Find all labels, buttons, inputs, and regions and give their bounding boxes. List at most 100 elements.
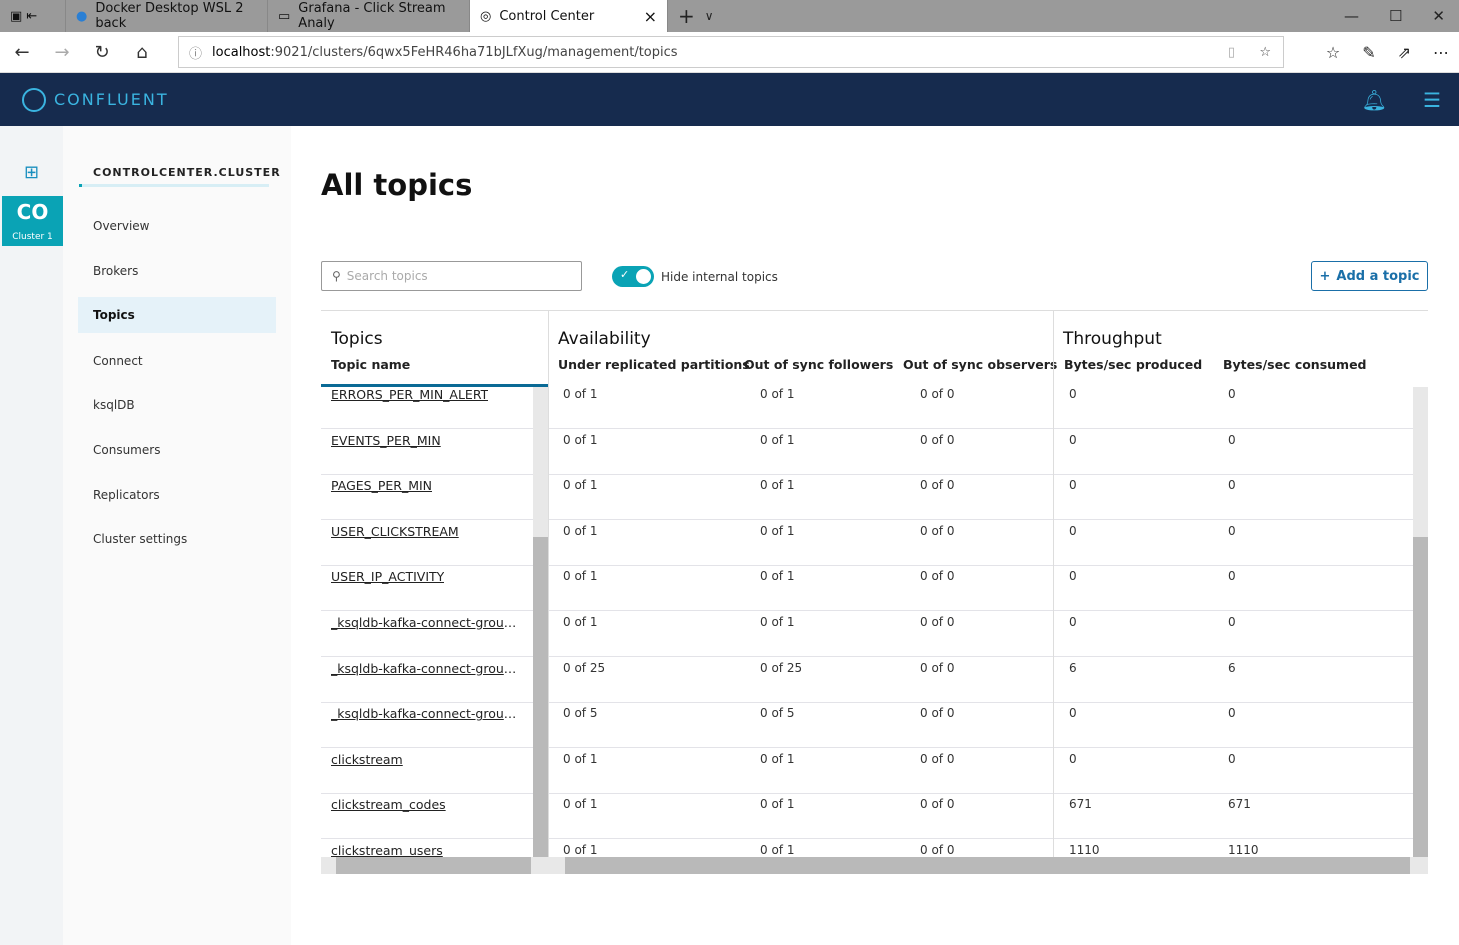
table-cell: 0 of 1 [760,569,795,584]
sidebar-item-connect[interactable]: Connect [78,343,276,379]
bell-icon[interactable]: 🔔︎ [1362,88,1387,112]
table-cell: 0 of 1 [563,523,598,538]
favorite-star-icon[interactable]: ☆ [1259,45,1271,60]
table-cell: 0 of 0 [920,387,955,401]
table-row[interactable]: clickstream 0 of 1 0 of 1 0 of 0 0 0 [321,748,1413,794]
table-cell: 0 [1069,706,1077,721]
close-window-icon[interactable]: ✕ [1432,7,1445,25]
table-row[interactable]: USER_CLICKSTREAM 0 of 1 0 of 1 0 of 0 0 0 [321,520,1413,566]
browser-tab[interactable]: ▭ Grafana - Click Stream Analy [268,0,470,32]
tab-actions[interactable]: ▣ ⇤ [0,0,66,32]
maximize-icon[interactable]: ☐ [1389,7,1402,25]
main-vertical-scrollbar[interactable] [1413,387,1428,857]
table-cell: 0 [1228,751,1236,766]
table-cell: 0 of 1 [760,478,795,493]
table-row[interactable]: EVENTS_PER_MIN 0 of 1 0 of 1 0 of 0 0 0 [321,429,1413,475]
url-host: localhost [212,44,271,60]
table-cell: 0 of 25 [563,660,606,675]
tab-list-chevron-icon[interactable]: ∨ [705,9,714,23]
table-cell: 1110 [1069,843,1100,857]
column-header[interactable]: Topic name [331,357,410,372]
hamburger-menu-icon[interactable]: ☰ [1423,88,1441,112]
hide-internal-toggle[interactable]: ✓ [612,266,654,287]
divider [1053,311,1054,857]
table-row[interactable]: ERRORS_PER_MIN_ALERT 0 of 1 0 of 1 0 of 0 0 0 [321,387,1413,429]
table-row[interactable]: _ksqldb-kafka-connect-group... 0 of 25 0 o… [321,657,1413,703]
url-input[interactable]: ⓘ localhost:9021/clusters/6qwx5FeHR46ha71… [178,36,1284,68]
browser-tab-active[interactable]: ◎ Control Center × [470,0,668,32]
table-cell: 0 [1069,387,1077,401]
url-path: :9021/clusters/6qwx5FeHR46ha71bJLfXug/ma… [270,44,678,60]
topics-vertical-scrollbar[interactable] [533,387,548,857]
column-header[interactable]: Bytes/sec produced [1064,357,1202,372]
page-title: All topics [321,168,473,202]
table-cell: 0 of 1 [563,843,598,857]
topics-horizontal-scrollbar[interactable] [321,857,548,874]
grid-icon[interactable]: ⊞ [24,162,39,183]
sidebar-item-cluster-settings[interactable]: Cluster settings [78,521,276,557]
table-row[interactable]: clickstream_users 0 of 1 0 of 1 0 of 0 1110 1… [321,839,1413,857]
back-icon[interactable]: ← [2,42,42,63]
new-tab-button[interactable]: + [668,4,705,28]
close-tab-icon[interactable]: × [644,7,657,26]
table-cell: 0 of 0 [920,569,955,584]
group-header-availability: Availability [558,329,651,349]
toggle-label: Hide internal topics [661,270,778,284]
forward-icon[interactable]: → [42,42,82,63]
sidebar-item-replicators[interactable]: Replicators [78,477,276,513]
topic-link[interactable]: ERRORS_PER_MIN_ALERT [331,387,488,402]
topic-link[interactable]: clickstream [331,752,403,767]
main-horizontal-scrollbar[interactable] [548,857,1428,874]
favorites-icon[interactable]: ☆ [1326,43,1340,62]
topic-link[interactable]: USER_CLICKSTREAM [331,524,459,539]
tab-title: Docker Desktop WSL 2 back [95,1,244,31]
table-row[interactable]: PAGES_PER_MIN 0 of 1 0 of 1 0 of 0 0 0 [321,474,1413,521]
refresh-icon[interactable]: ↻ [82,42,122,63]
home-icon[interactable]: ⌂ [122,42,162,63]
sidebar-item-brokers[interactable]: Brokers [78,253,276,289]
browser-tab[interactable]: ● Docker Desktop WSL 2 back [66,0,268,32]
pen-icon[interactable]: ✎ [1362,43,1375,62]
info-icon: ⓘ [189,46,203,62]
sidebar-item-overview[interactable]: Overview [78,208,276,244]
cluster-underline [79,184,269,187]
add-topic-button[interactable]: + Add a topic [1311,261,1428,291]
table-row[interactable]: _ksqldb-kafka-connect-group... 0 of 5 0 of… [321,702,1413,749]
table-cell: 0 [1228,432,1236,447]
reading-view-icon[interactable]: ▯ [1228,45,1235,60]
brand-name: CONFLUENT [54,90,169,109]
sidebar-item-ksqldb[interactable]: ksqlDB [78,387,276,423]
topic-link[interactable]: PAGES_PER_MIN [331,478,432,493]
topic-link[interactable]: EVENTS_PER_MIN [331,433,441,448]
more-icon[interactable]: ⋯ [1433,43,1449,62]
topic-link[interactable]: clickstream_codes [331,797,446,812]
table-cell: 0 [1069,751,1077,766]
table-cell: 0 [1228,569,1236,584]
cluster-rail: ⊞ CO Cluster 1 [0,126,63,945]
table-row[interactable]: USER_IP_ACTIVITY 0 of 1 0 of 1 0 of 0 0 0 [321,565,1413,612]
topic-link[interactable]: USER_IP_ACTIVITY [331,569,444,584]
sidebar-item-topics[interactable]: Topics [78,297,276,333]
column-header[interactable]: Under replicated partitions [558,357,750,372]
table-row[interactable]: clickstream_codes 0 of 1 0 of 1 0 of 0 671 67… [321,793,1413,840]
table-cell: 0 of 1 [760,843,795,857]
search-input[interactable]: ⚲ Search topics [321,261,582,291]
topic-link[interactable]: _ksqldb-kafka-connect-group... [331,706,521,721]
tab-title: Control Center [499,8,595,24]
share-icon[interactable]: ⇗ [1398,43,1411,62]
table-cell: 0 [1228,478,1236,493]
confluent-logo[interactable]: CONFLUENT [22,87,169,112]
topic-link[interactable]: _ksqldb-kafka-connect-group... [331,661,521,676]
sidebar-item-consumers[interactable]: Consumers [78,432,276,468]
column-header[interactable]: Bytes/sec consumed [1223,357,1367,372]
minimize-icon[interactable]: — [1344,7,1359,25]
table-cell: 0 [1228,706,1236,721]
table-cell: 0 [1069,523,1077,538]
column-header[interactable]: Out of sync followers [744,357,893,372]
topic-link[interactable]: clickstream_users [331,843,443,857]
page-icon: ▭ [278,8,291,24]
topic-link[interactable]: _ksqldb-kafka-connect-group... [331,615,521,630]
cluster-badge[interactable]: CO Cluster 1 [2,196,63,246]
table-row[interactable]: _ksqldb-kafka-connect-group... 0 of 1 0 of… [321,611,1413,657]
column-header[interactable]: Out of sync observers [903,357,1057,372]
